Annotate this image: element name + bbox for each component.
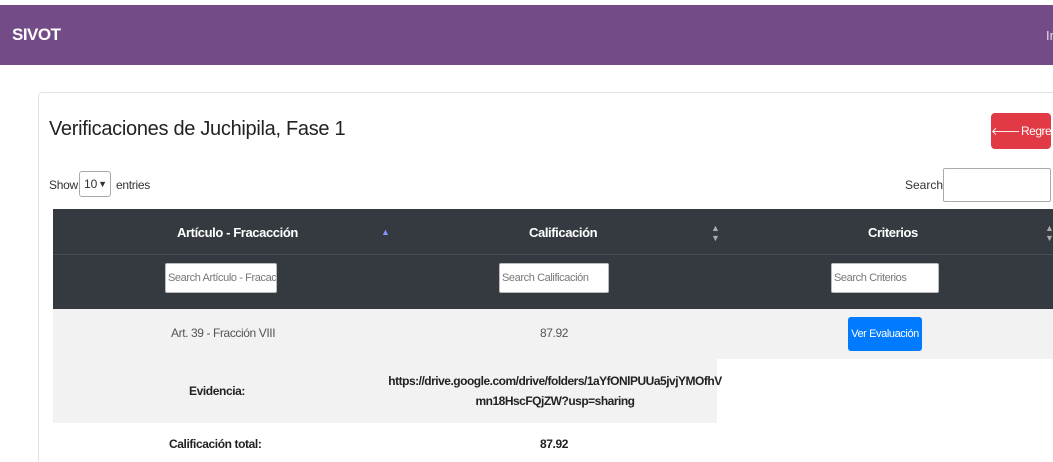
back-button-label: Regresar xyxy=(1021,124,1053,138)
ver-evaluacion-button[interactable]: Ver Evaluación xyxy=(848,317,922,351)
cell-calificacion: 87.92 xyxy=(540,326,569,340)
search-label: Search: xyxy=(905,178,947,192)
column-header-articulo[interactable]: Artículo - Fracacción xyxy=(177,225,298,240)
back-button[interactable]: 🡐Regresar xyxy=(991,113,1053,149)
page-title: Verificaciones de Juchipila, Fase 1 xyxy=(49,118,346,140)
page-length-value: 10 xyxy=(84,177,98,191)
header-divider xyxy=(53,254,1053,255)
total-value: 87.92 xyxy=(540,437,569,451)
total-label: Calificación total: xyxy=(169,437,262,451)
main-card: Verificaciones de Juchipila, Fase 1 🡐Reg… xyxy=(38,92,1053,462)
sort-both-icon[interactable]: ▲ ▼ xyxy=(1045,223,1053,243)
total-row: Calificación total: 87.92 xyxy=(53,423,717,462)
brand-logo[interactable]: SIVOT xyxy=(12,25,61,45)
evidencia-label: Evidencia: xyxy=(189,384,246,398)
show-label: Show xyxy=(49,178,78,192)
arrow-left-icon: 🡐 xyxy=(991,126,1021,138)
evidencia-row: Evidencia: https://drive.google.com/driv… xyxy=(53,359,722,423)
entries-label: entries xyxy=(116,178,150,192)
cell-articulo: Art. 39 - Fracción VIII xyxy=(171,326,276,340)
table-header: Artículo - Fracacción ▲ Calificación ▲ ▼ … xyxy=(53,209,1053,309)
evidencia-link[interactable]: https://drive.google.com/drive/folders/1… xyxy=(385,371,725,411)
filter-input-articulo[interactable]: Search Artículo - Fracacción xyxy=(165,263,277,293)
table-row: Art. 39 - Fracción VIII 87.92 Ver Evalua… xyxy=(53,309,1053,359)
column-header-criterios[interactable]: Criterios xyxy=(868,225,918,240)
sort-asc-icon[interactable]: ▲ xyxy=(381,227,390,237)
page-length-select[interactable]: 10 ▼ xyxy=(79,171,111,197)
sort-both-icon[interactable]: ▲ ▼ xyxy=(711,223,720,243)
search-input[interactable] xyxy=(943,168,1051,202)
filter-input-criterios[interactable]: Search Criterios xyxy=(831,263,939,293)
top-navbar: SIVOT Ir xyxy=(0,5,1053,65)
chevron-down-icon: ▼ xyxy=(98,179,107,189)
column-header-calificacion[interactable]: Calificación xyxy=(529,225,598,240)
nav-right-link[interactable]: Ir xyxy=(1046,28,1053,43)
filter-input-calificacion[interactable]: Search Calificación xyxy=(499,263,609,293)
